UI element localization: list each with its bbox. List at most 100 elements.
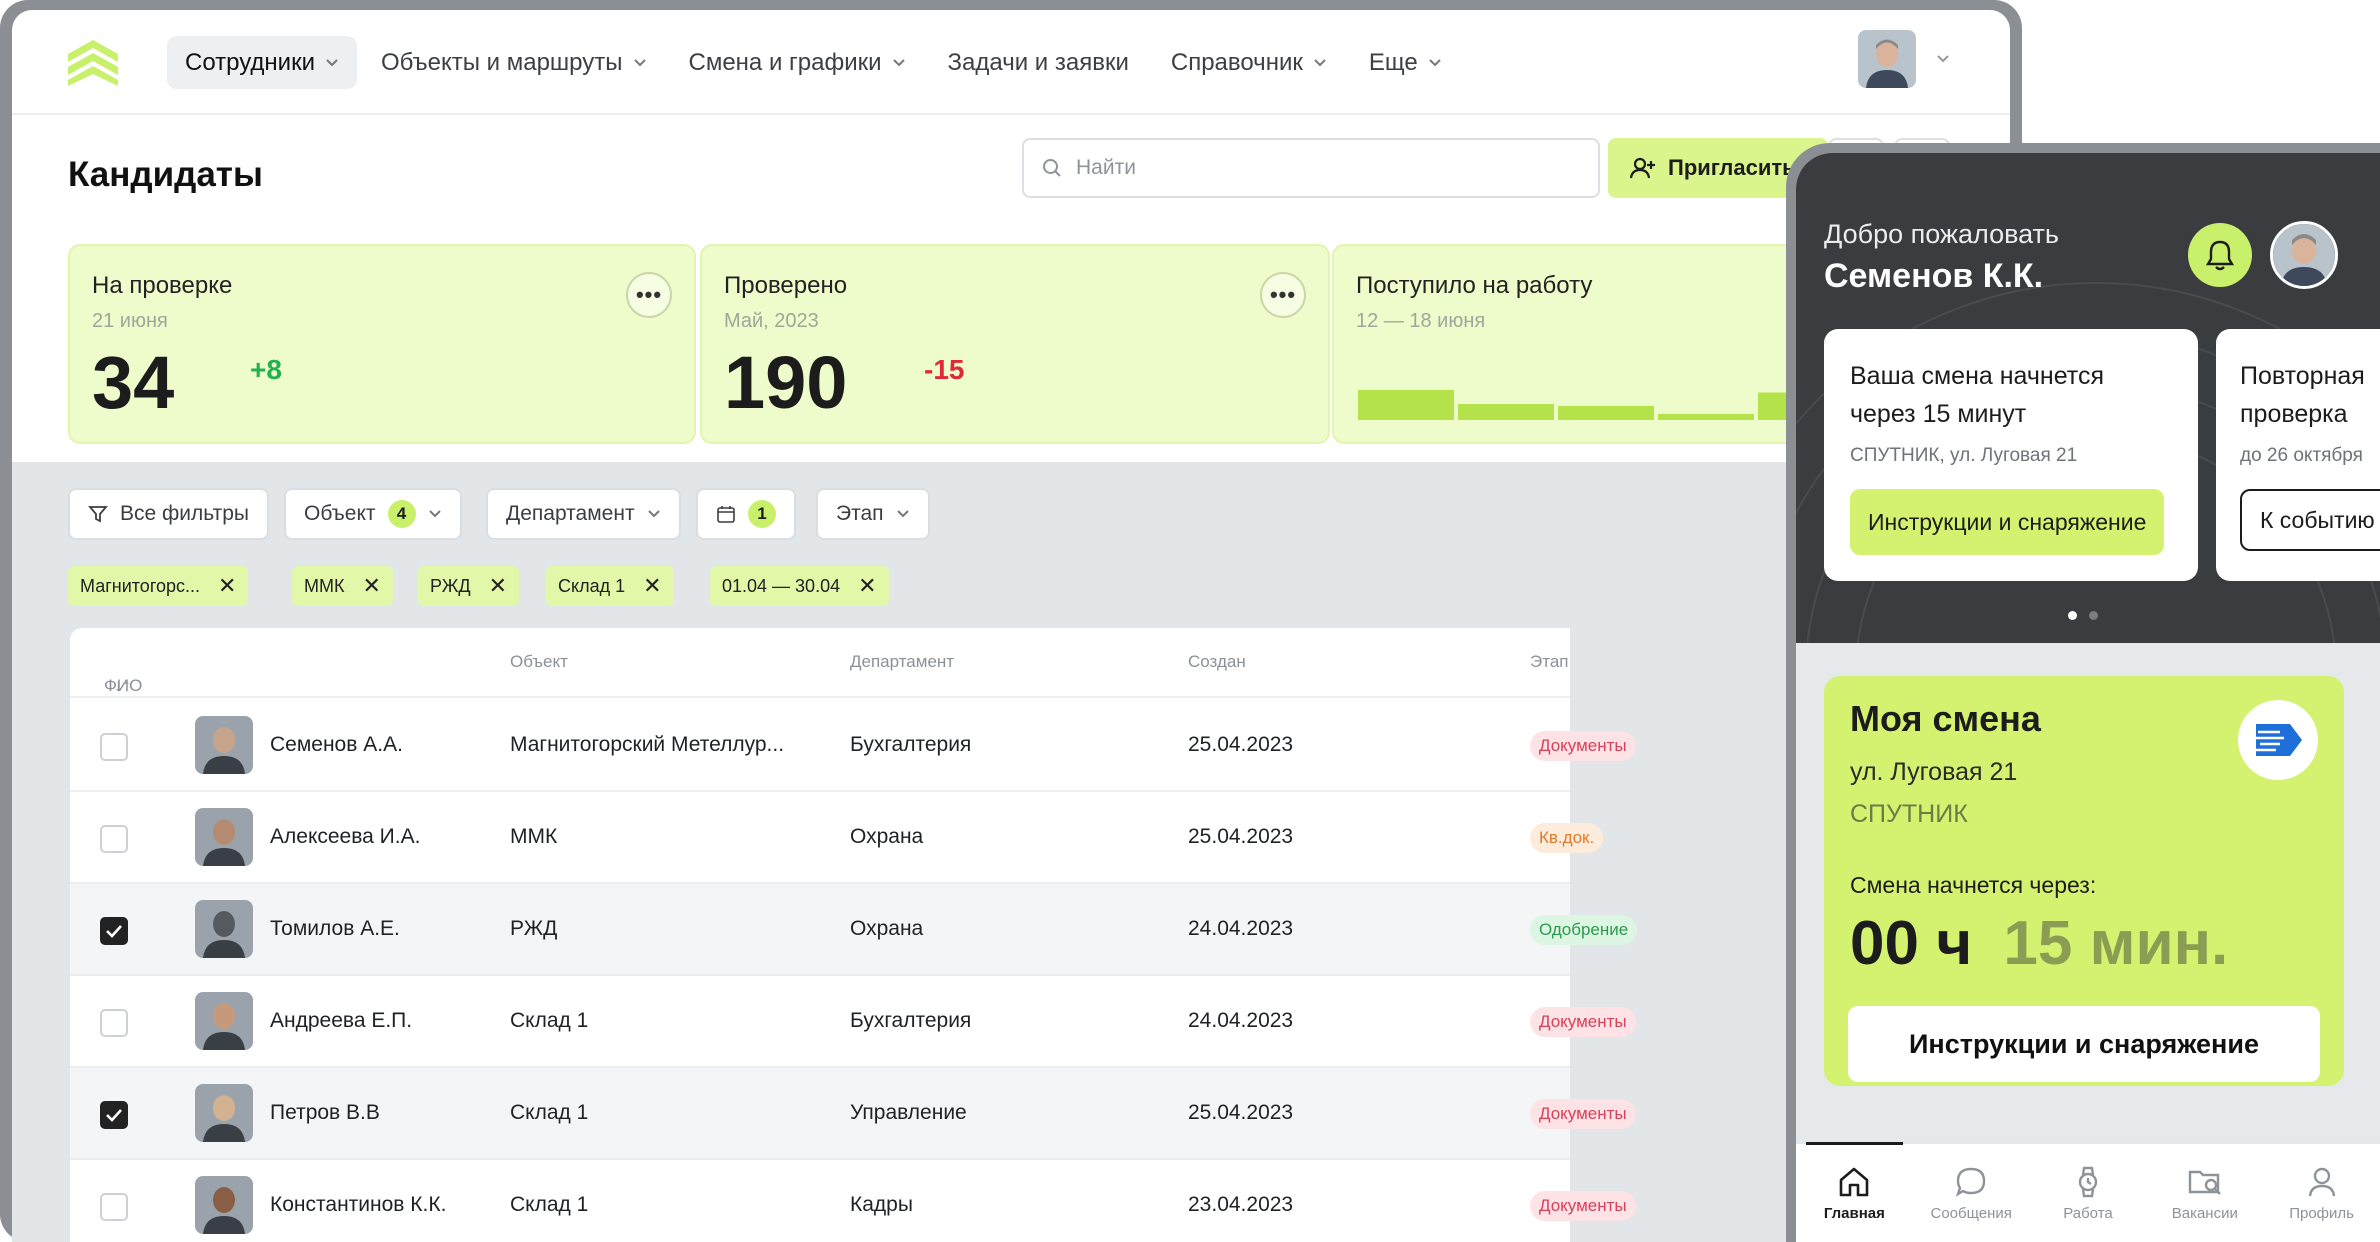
top-navigation: Сотрудники Объекты и маршруты Смена и гр…	[12, 10, 2010, 115]
welcome-text: Добро пожаловать	[1824, 219, 2059, 249]
column-header-created[interactable]: Создан	[1188, 652, 1246, 672]
chevron-down-icon	[647, 510, 660, 518]
stat-delta: +8	[250, 354, 282, 385]
invite-label: Пригласить	[1668, 155, 1796, 180]
notifications-button[interactable]	[2188, 223, 2252, 287]
nav-tasks[interactable]: Задачи и заявки	[930, 36, 1147, 89]
tab-label: Сообщения	[1930, 1204, 2012, 1222]
tab-work[interactable]: Работа	[2030, 1144, 2147, 1242]
search-input[interactable]: Найти	[1022, 138, 1600, 198]
sort-icon[interactable]: ↓↑	[114, 676, 131, 696]
tab-home[interactable]: Главная	[1796, 1142, 1913, 1242]
more-menu-button[interactable]: •••	[1260, 272, 1306, 318]
my-shift-card: Моя смена ул. Луговая 21 СПУТНИК Смена н…	[1824, 676, 2344, 1086]
stat-subtitle: 21 июня	[92, 310, 168, 332]
nav-more[interactable]: Еще	[1351, 36, 1460, 89]
row-checkbox[interactable]	[100, 733, 128, 761]
candidate-name[interactable]: Семенов А.А.	[270, 733, 403, 757]
candidate-name[interactable]: Алексеева И.А.	[270, 825, 420, 849]
column-header-object[interactable]: Объект	[510, 652, 568, 672]
recheck-card[interactable]: Повторная проверка до 26 октября К событ…	[2216, 329, 2380, 581]
all-filters-button[interactable]: Все фильтры	[68, 488, 269, 540]
department-filter-label: Департамент	[506, 502, 635, 525]
countdown-label: Смена начнется через:	[1850, 872, 2097, 898]
avatar	[195, 808, 253, 866]
filter-chip[interactable]: Склад 1 ✕	[546, 566, 674, 606]
candidate-department: Бухгалтерия	[850, 1009, 972, 1032]
stage-filter[interactable]: Этап	[816, 488, 930, 540]
bottom-tab-bar: Главная Сообщения Работа Вакансии Профил…	[1796, 1142, 2380, 1242]
carousel-dot[interactable]	[2068, 611, 2077, 620]
phone-header: Добро пожаловать Семенов К.К. Ваша смена…	[1796, 153, 2380, 643]
candidates-table: ФИО ↓↑ Объект Департамент Создан Этап Се…	[70, 628, 1638, 1242]
candidate-department: Охрана	[850, 917, 924, 940]
avatar[interactable]	[2270, 221, 2338, 289]
table-row[interactable]: Петров В.В Склад 1 Управление 25.04.2023 Док…	[70, 1068, 1636, 1160]
shift-reminder-card[interactable]: Ваша смена начнется через 15 минут СПУТН…	[1824, 329, 2198, 581]
stat-title: Поступило на работу	[1356, 272, 1593, 299]
close-icon[interactable]: ✕	[489, 575, 507, 597]
nav-objects[interactable]: Объекты и маршруты	[363, 36, 665, 89]
row-checkbox[interactable]	[100, 917, 128, 945]
more-icon: •••	[1269, 282, 1297, 307]
department-filter[interactable]: Департамент	[486, 488, 681, 540]
stat-value: 190	[724, 341, 848, 424]
table-row[interactable]: Андреева Е.П. Склад 1 Бухгалтерия 24.04.202…	[70, 976, 1636, 1068]
filter-chip[interactable]: ММК ✕	[292, 566, 393, 606]
candidate-department: Бухгалтерия	[850, 733, 972, 756]
date-filter[interactable]: 1	[696, 488, 796, 540]
avatar	[195, 900, 253, 958]
card-title: Ваша смена начнется через 15 минут	[1850, 362, 2105, 428]
row-checkbox[interactable]	[100, 1101, 128, 1129]
profile-menu[interactable]	[1858, 30, 1950, 88]
instructions-button[interactable]: Инструкции и снаряжение	[1850, 489, 2165, 555]
candidate-name[interactable]: Андреева Е.П.	[270, 1009, 412, 1033]
tab-messages[interactable]: Сообщения	[1913, 1144, 2030, 1242]
stat-title: Проверено	[724, 272, 848, 299]
card-subtitle: СПУТНИК, ул. Луговая 21	[1850, 445, 2078, 466]
candidate-name[interactable]: Константинов К.К.	[270, 1193, 446, 1217]
row-checkbox[interactable]	[100, 825, 128, 853]
filter-chip[interactable]: Магнитогорс... ✕	[68, 566, 249, 606]
close-icon[interactable]: ✕	[858, 575, 876, 597]
instructions-button[interactable]: Инструкции и снаряжение	[1848, 1006, 2320, 1082]
column-header-department[interactable]: Департамент	[850, 652, 954, 672]
candidate-object: Склад 1	[510, 1009, 589, 1032]
table-row[interactable]: Семенов А.А. Магнитогорский Метеллур... Бу…	[70, 700, 1636, 792]
close-icon[interactable]: ✕	[362, 575, 380, 597]
filter-chip[interactable]: 01.04 — 30.04 ✕	[710, 566, 889, 606]
nav-reference[interactable]: Справочник	[1153, 36, 1345, 89]
stage-badge: Документы	[1530, 1099, 1636, 1129]
chevron-down-icon	[1314, 58, 1326, 66]
stage-badge: Документы	[1530, 731, 1636, 761]
nav-employees[interactable]: Сотрудники	[167, 36, 357, 89]
more-menu-button[interactable]: •••	[626, 272, 672, 318]
table-row[interactable]: Томилов А.Е. РЖД Охрана 24.04.2023 Одобрение	[70, 884, 1638, 976]
filter-icon	[88, 506, 108, 523]
filter-chip[interactable]: РЖД ✕	[418, 566, 520, 606]
all-filters-label: Все фильтры	[120, 502, 249, 525]
close-icon[interactable]: ✕	[218, 575, 236, 597]
nav-shifts[interactable]: Смена и графики	[671, 36, 924, 89]
row-checkbox[interactable]	[100, 1009, 128, 1037]
candidate-name[interactable]: Петров В.В	[270, 1101, 380, 1125]
row-checkbox[interactable]	[100, 1193, 128, 1221]
candidate-name[interactable]: Томилов А.Е.	[270, 917, 400, 941]
carousel-dot[interactable]	[2089, 611, 2098, 620]
tab-profile[interactable]: Профиль	[2263, 1144, 2380, 1242]
candidate-object: Склад 1	[510, 1101, 589, 1124]
my-shift-org: СПУТНИК	[1850, 800, 1968, 828]
object-filter[interactable]: Объект 4	[284, 488, 462, 540]
table-row[interactable]: Константинов К.К. Склад 1 Кадры 23.04.2023 Д…	[70, 1160, 1636, 1242]
table-row[interactable]: Алексеева И.А. ММК Охрана 25.04.2023 Кв.док.	[70, 792, 1604, 884]
app-logo[interactable]	[64, 36, 122, 92]
user-name: Семенов К.К.	[1824, 257, 2044, 295]
column-header-stage[interactable]: Этап	[1530, 652, 1568, 672]
chevron-down-icon	[633, 58, 646, 66]
avatar	[195, 716, 253, 774]
tab-vacancies[interactable]: Вакансии	[2146, 1144, 2263, 1242]
bar	[1458, 404, 1554, 420]
close-icon[interactable]: ✕	[643, 575, 661, 597]
to-event-button[interactable]: К событию	[2240, 489, 2380, 551]
candidate-created: 24.04.2023	[1188, 917, 1294, 940]
